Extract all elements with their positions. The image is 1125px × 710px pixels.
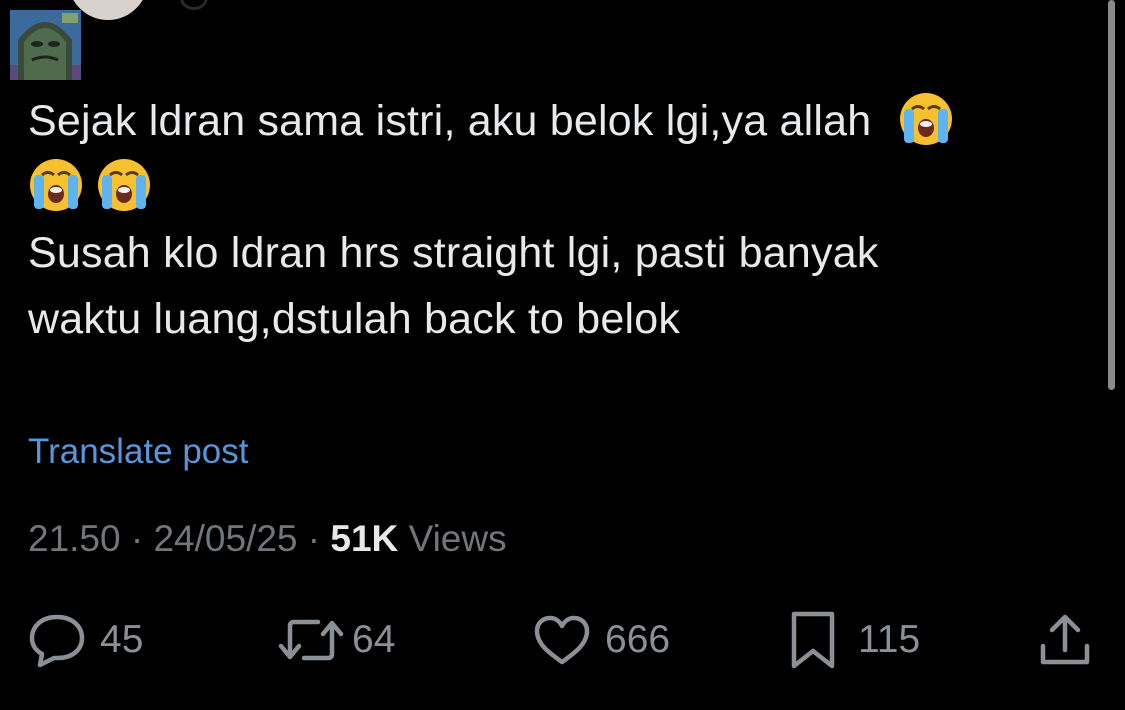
- like-button[interactable]: 666: [533, 610, 670, 670]
- repost-icon: [278, 619, 344, 661]
- post-time[interactable]: 21.50: [28, 518, 121, 559]
- views-label: Views: [408, 518, 507, 559]
- share-button[interactable]: [1038, 610, 1092, 670]
- bookmark-icon: [791, 611, 835, 669]
- tweet-text-line-1: Sejak ldran sama istri, aku belok lgi,ya…: [28, 97, 872, 145]
- like-icon: [534, 615, 590, 665]
- author-avatar[interactable]: [10, 10, 81, 80]
- scrollbar[interactable]: [1108, 0, 1115, 390]
- translate-post-link[interactable]: Translate post: [28, 432, 248, 472]
- tweet-line-1: Sejak ldran sama istri, aku belok lgi,ya…: [28, 88, 1078, 154]
- tweet-text: Sejak ldran sama istri, aku belok lgi,ya…: [28, 88, 1078, 352]
- parent-handle-fragment: [180, 0, 208, 10]
- meta-separator: ·: [307, 518, 321, 559]
- loudly-crying-face-emoji-icon: [30, 159, 82, 211]
- author-avatar-image: [10, 10, 81, 80]
- meta-separator: ·: [130, 518, 144, 559]
- tweet-text-line-4: waktu luang,dstulah back to belok: [28, 295, 681, 343]
- reply-button[interactable]: 45: [28, 610, 143, 670]
- loudly-crying-face-emoji-icon: [98, 159, 150, 211]
- tweet-line-2: [28, 154, 1078, 220]
- share-icon: [1040, 614, 1090, 665]
- bookmark-count: 115: [858, 618, 921, 661]
- bookmark-button[interactable]: 115: [788, 610, 920, 670]
- repost-count: 64: [352, 618, 396, 661]
- post-date[interactable]: 24/05/25: [153, 518, 297, 559]
- post-meta: 21.50 · 24/05/25 · 51K Views: [28, 518, 507, 560]
- reply-count: 45: [100, 618, 144, 661]
- tweet-text-line-3: Susah klo ldran hrs straight lgi, pasti …: [28, 229, 879, 277]
- views-count[interactable]: 51K: [330, 518, 398, 559]
- reply-icon: [29, 614, 85, 667]
- loudly-crying-face-emoji-icon: [899, 93, 952, 145]
- like-count: 666: [605, 618, 671, 661]
- repost-button[interactable]: 64: [278, 610, 395, 670]
